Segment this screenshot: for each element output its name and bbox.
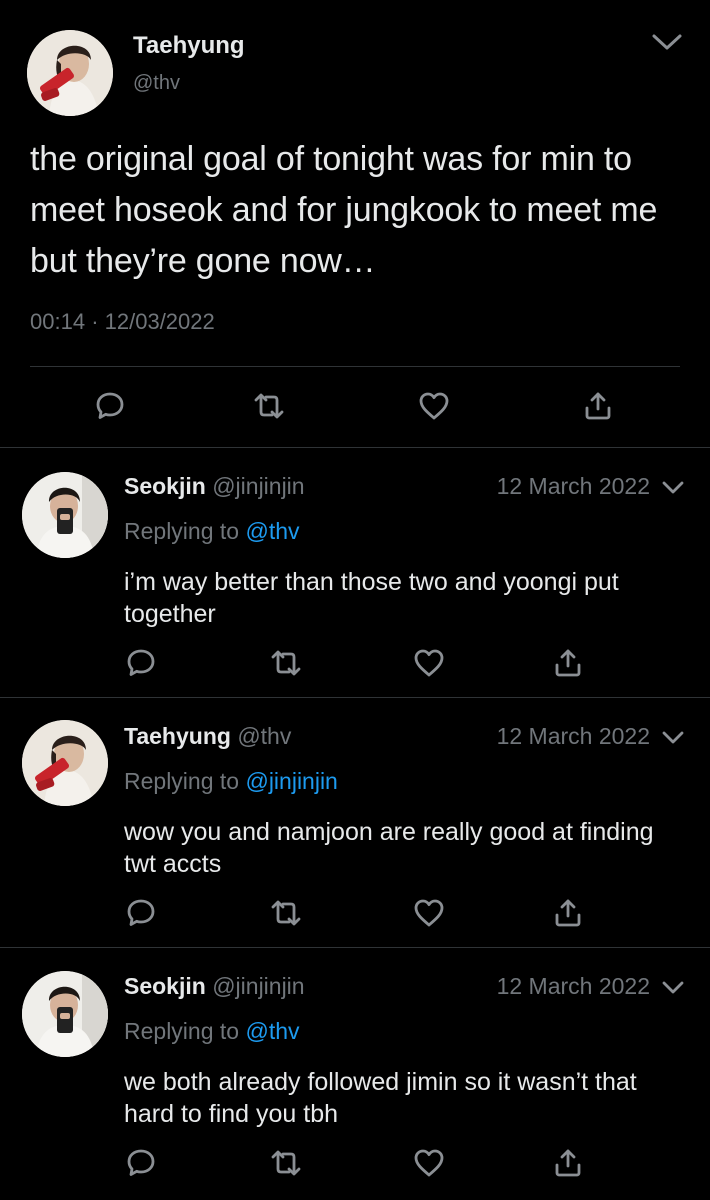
tweet-timestamp[interactable]: 00:14 · 12/03/2022 (30, 309, 215, 335)
chevron-down-icon[interactable] (660, 478, 686, 498)
retweet-icon (271, 650, 301, 676)
replying-to: Replying to @jinjinjin (124, 768, 338, 795)
chevron-down-icon[interactable] (650, 30, 684, 54)
reply-author-handle[interactable]: @jinjinjin (212, 973, 304, 999)
like-button[interactable] (416, 388, 452, 424)
like-button[interactable] (411, 895, 447, 931)
share-button[interactable] (550, 895, 586, 931)
reply-avatar[interactable] (22, 472, 108, 558)
reply-header: Seokjin @jinjinjin (124, 973, 305, 1000)
reply-text: wow you and namjoon are really good at f… (124, 818, 654, 878)
retweet-button[interactable] (251, 388, 287, 424)
replying-to-label: Replying to (124, 518, 240, 544)
like-button[interactable] (411, 1145, 447, 1181)
reply-text: we both already followed jimin so it was… (124, 1068, 637, 1128)
retweet-button[interactable] (268, 895, 304, 931)
reply-icon (127, 899, 155, 926)
reply-author-handle[interactable]: @jinjinjin (212, 473, 304, 499)
replying-to-mention[interactable]: @jinjinjin (245, 768, 337, 794)
reply-author-handle[interactable]: @thv (237, 723, 291, 749)
like-button[interactable] (411, 645, 447, 681)
share-button[interactable] (550, 645, 586, 681)
retweet-icon (254, 393, 284, 419)
replying-to-mention[interactable]: @thv (245, 518, 299, 544)
divider (0, 447, 710, 448)
retweet-icon (271, 1150, 301, 1176)
reply-header: Taehyung @thv (124, 723, 291, 750)
tweet-time: 00:14 (30, 309, 86, 334)
author-avatar[interactable] (27, 30, 113, 116)
reply-icon (127, 649, 155, 676)
replying-to: Replying to @thv (124, 518, 300, 545)
share-icon (555, 1149, 581, 1177)
reply-icon (96, 392, 124, 419)
replying-to-label: Replying to (124, 1018, 240, 1044)
reply-author-name[interactable]: Seokjin (124, 473, 206, 499)
reply-author-name[interactable]: Seokjin (124, 973, 206, 999)
replying-to-mention[interactable]: @thv (245, 1018, 299, 1044)
divider (0, 697, 710, 698)
reply-date[interactable]: 12 March 2022 (497, 973, 650, 1000)
retweet-icon (271, 900, 301, 926)
chevron-down-icon[interactable] (660, 728, 686, 748)
heart-icon (414, 1149, 444, 1177)
share-button[interactable] (580, 388, 616, 424)
author-name[interactable]: Taehyung (133, 32, 245, 60)
share-icon (555, 899, 581, 927)
reply-text: i’m way better than those two and yoongi… (124, 568, 619, 628)
share-button[interactable] (550, 1145, 586, 1181)
replying-to: Replying to @thv (124, 1018, 300, 1045)
replying-to-label: Replying to (124, 768, 240, 794)
reply-date[interactable]: 12 March 2022 (497, 473, 650, 500)
reply-author-name[interactable]: Taehyung (124, 723, 231, 749)
tweet-date: 12/03/2022 (104, 309, 215, 334)
heart-icon (419, 392, 449, 420)
reply-avatar[interactable] (22, 971, 108, 1057)
reply-button[interactable] (123, 645, 159, 681)
meta-separator: · (91, 309, 99, 334)
heart-icon (414, 899, 444, 927)
reply-date[interactable]: 12 March 2022 (497, 723, 650, 750)
reply-button[interactable] (123, 895, 159, 931)
reply-icon (127, 1149, 155, 1176)
divider (0, 947, 710, 948)
reply-button[interactable] (123, 1145, 159, 1181)
share-icon (585, 392, 611, 420)
retweet-button[interactable] (268, 1145, 304, 1181)
retweet-button[interactable] (268, 645, 304, 681)
reply-header: Seokjin @jinjinjin (124, 473, 305, 500)
share-icon (555, 649, 581, 677)
tweet-text: the original goal of tonight was for min… (30, 140, 658, 280)
author-handle[interactable]: @thv (133, 72, 180, 95)
chevron-down-icon[interactable] (660, 978, 686, 998)
reply-avatar[interactable] (22, 720, 108, 806)
reply-button[interactable] (92, 388, 128, 424)
divider (30, 366, 680, 367)
heart-icon (414, 649, 444, 677)
